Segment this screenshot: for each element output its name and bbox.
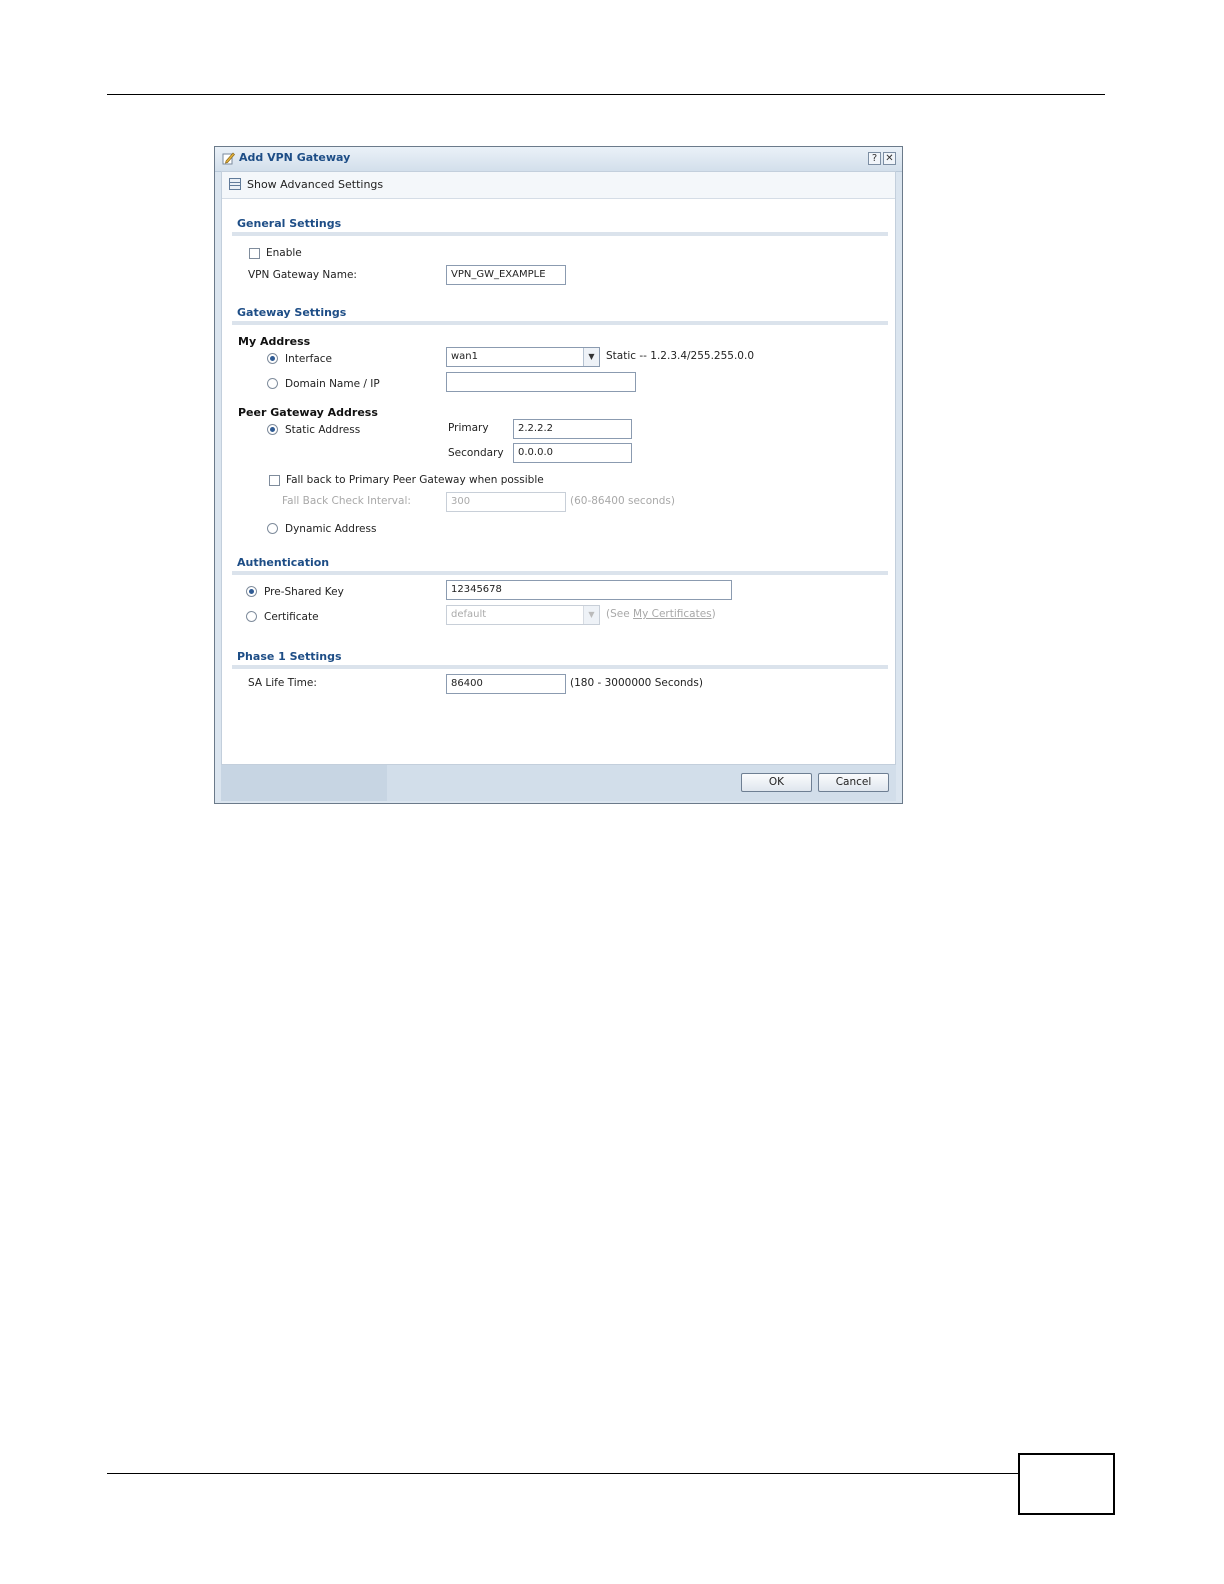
primary-input[interactable]: 2.2.2.2 — [513, 419, 632, 439]
interface-label: Interface — [285, 353, 333, 365]
enable-label: Enable — [266, 247, 302, 259]
interface-radio[interactable] — [267, 353, 278, 364]
sa-life-time-hint: (180 - 3000000 Seconds) — [570, 677, 703, 689]
pre-shared-key-label: Pre-Shared Key — [264, 586, 344, 598]
dynamic-address-radio[interactable] — [267, 523, 278, 534]
section-divider — [232, 665, 888, 669]
certificate-label: Certificate — [264, 611, 319, 623]
pre-shared-key-radio[interactable] — [246, 586, 257, 597]
fallback-label: Fall back to Primary Peer Gateway when p… — [286, 474, 544, 486]
fallback-checkbox[interactable] — [269, 475, 280, 486]
fallback-interval-hint: (60-86400 seconds) — [570, 495, 675, 507]
interface-select-value: wan1 — [451, 351, 479, 362]
domain-name-label: Domain Name / IP — [285, 378, 380, 390]
certificate-select[interactable]: default ▼ — [446, 605, 600, 625]
authentication-title: Authentication — [237, 556, 330, 569]
phase1-settings-title: Phase 1 Settings — [237, 650, 342, 663]
general-settings-title: General Settings — [237, 217, 342, 230]
page-footer-rule — [107, 1473, 1019, 1474]
certificate-hint: (See My Certificates) — [606, 608, 716, 620]
show-advanced-settings-link[interactable]: Show Advanced Settings — [247, 178, 383, 191]
dynamic-address-label: Dynamic Address — [285, 523, 377, 535]
advanced-settings-bar[interactable]: Show Advanced Settings — [222, 172, 895, 199]
chevron-down-icon[interactable]: ▼ — [583, 606, 599, 624]
my-certificates-link[interactable]: My Certificates — [633, 608, 712, 620]
sa-life-time-label: SA Life Time: — [248, 677, 317, 689]
cancel-button[interactable]: Cancel — [818, 773, 889, 792]
dialog-footer: OK Cancel — [221, 765, 896, 801]
certificate-select-value: default — [451, 609, 487, 620]
close-icon[interactable]: ✕ — [883, 152, 896, 165]
vpn-gateway-name-label: VPN Gateway Name: — [248, 269, 357, 281]
dialog-titlebar: Add VPN Gateway ? ✕ — [215, 147, 902, 172]
vpn-gateway-name-input[interactable]: VPN_GW_EXAMPLE — [446, 265, 566, 285]
gateway-settings-title: Gateway Settings — [237, 306, 347, 319]
domain-name-input[interactable] — [446, 372, 636, 392]
section-divider — [232, 232, 888, 236]
primary-label: Primary — [448, 422, 489, 434]
help-icon[interactable]: ? — [868, 152, 881, 165]
static-address-label: Static Address — [285, 424, 361, 436]
section-divider — [232, 571, 888, 575]
enable-checkbox[interactable] — [249, 248, 260, 259]
pencil-icon — [222, 152, 235, 165]
fallback-interval-label: Fall Back Check Interval: — [282, 495, 411, 507]
pre-shared-key-input[interactable]: 12345678 — [446, 580, 732, 600]
dialog-title: Add VPN Gateway — [239, 151, 351, 164]
page-header-rule — [107, 94, 1105, 95]
certificate-hint-suffix: ) — [711, 608, 716, 620]
my-address-title: My Address — [238, 335, 311, 348]
peer-gateway-address-title: Peer Gateway Address — [238, 406, 378, 419]
interface-info: Static -- 1.2.3.4/255.255.0.0 — [606, 350, 755, 362]
ok-button[interactable]: OK — [741, 773, 812, 792]
interface-select[interactable]: wan1 ▼ — [446, 347, 600, 367]
footer-shade — [221, 765, 387, 801]
domain-name-radio[interactable] — [267, 378, 278, 389]
add-vpn-gateway-dialog: Add VPN Gateway ? ✕ Show Advanced Settin… — [214, 146, 903, 804]
secondary-input[interactable]: 0.0.0.0 — [513, 443, 632, 463]
sa-life-time-input[interactable]: 86400 — [446, 674, 566, 694]
page-number-box — [1018, 1453, 1115, 1515]
certificate-hint-prefix: (See — [606, 608, 634, 620]
fallback-interval-input[interactable]: 300 — [446, 492, 566, 512]
section-divider — [232, 321, 888, 325]
certificate-radio[interactable] — [246, 611, 257, 622]
dialog-content: Show Advanced Settings General Settings … — [221, 171, 896, 765]
chevron-down-icon[interactable]: ▼ — [583, 348, 599, 366]
table-icon — [229, 178, 241, 190]
static-address-radio[interactable] — [267, 424, 278, 435]
secondary-label: Secondary — [448, 447, 504, 459]
